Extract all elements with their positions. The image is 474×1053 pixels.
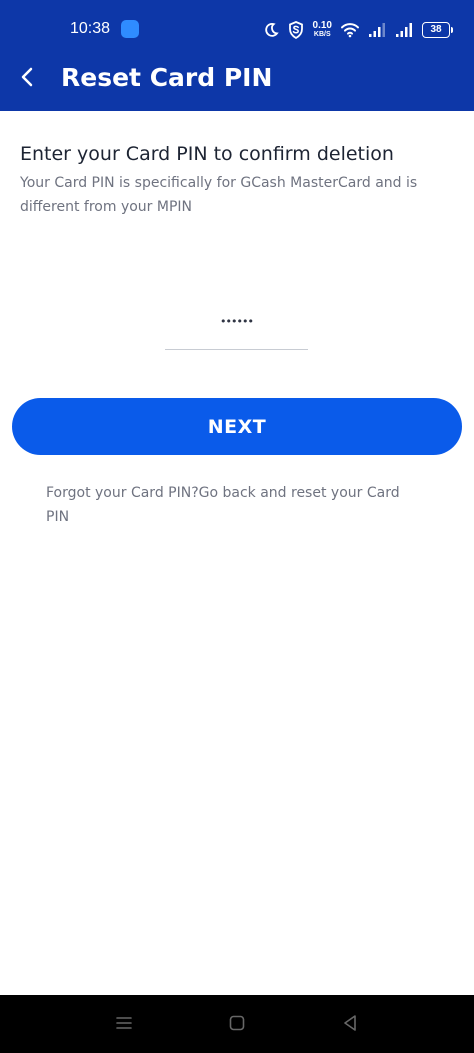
home-button[interactable] [229,1015,245,1031]
pin-input[interactable]: •••••• [165,305,308,350]
recent-apps-button[interactable] [116,1015,132,1031]
menu-icon [116,1017,132,1029]
masked-pin-value: •••••• [220,315,254,328]
battery-icon: 38 [422,22,453,38]
wifi-icon [341,23,359,38]
shield-icon [288,21,303,39]
next-button[interactable]: NEXT [12,398,462,455]
network-speed: 0.10 KB/S [313,21,332,39]
app-header: Reset Card PIN [0,48,474,111]
back-nav-button[interactable] [341,1014,359,1032]
forgot-pin-text: Forgot your Card PIN?Go back and reset y… [46,485,400,525]
system-navigation-bar [0,995,474,1053]
signal-icon [369,23,385,37]
moon-icon [264,22,279,37]
signal-icon [396,23,412,37]
status-icons: 0.10 KB/S 38 [263,18,453,42]
pin-description: Your Card PIN is specifically for GCash … [20,175,418,215]
page-title: Reset Card PIN [61,63,273,92]
status-time: 10:38 [70,20,111,37]
network-speed-unit: KB/S [313,31,331,38]
notification-app-icon [121,20,139,38]
square-icon [229,1015,245,1031]
status-bar: 10:38 0.10 KB/S 38 [0,0,474,48]
network-speed-value: 0.10 [312,20,332,31]
confirm-heading: Enter your Card PIN to confirm deletion [20,143,394,165]
triangle-left-icon [344,1015,356,1031]
back-button[interactable] [12,61,44,93]
chevron-left-icon [21,67,33,87]
